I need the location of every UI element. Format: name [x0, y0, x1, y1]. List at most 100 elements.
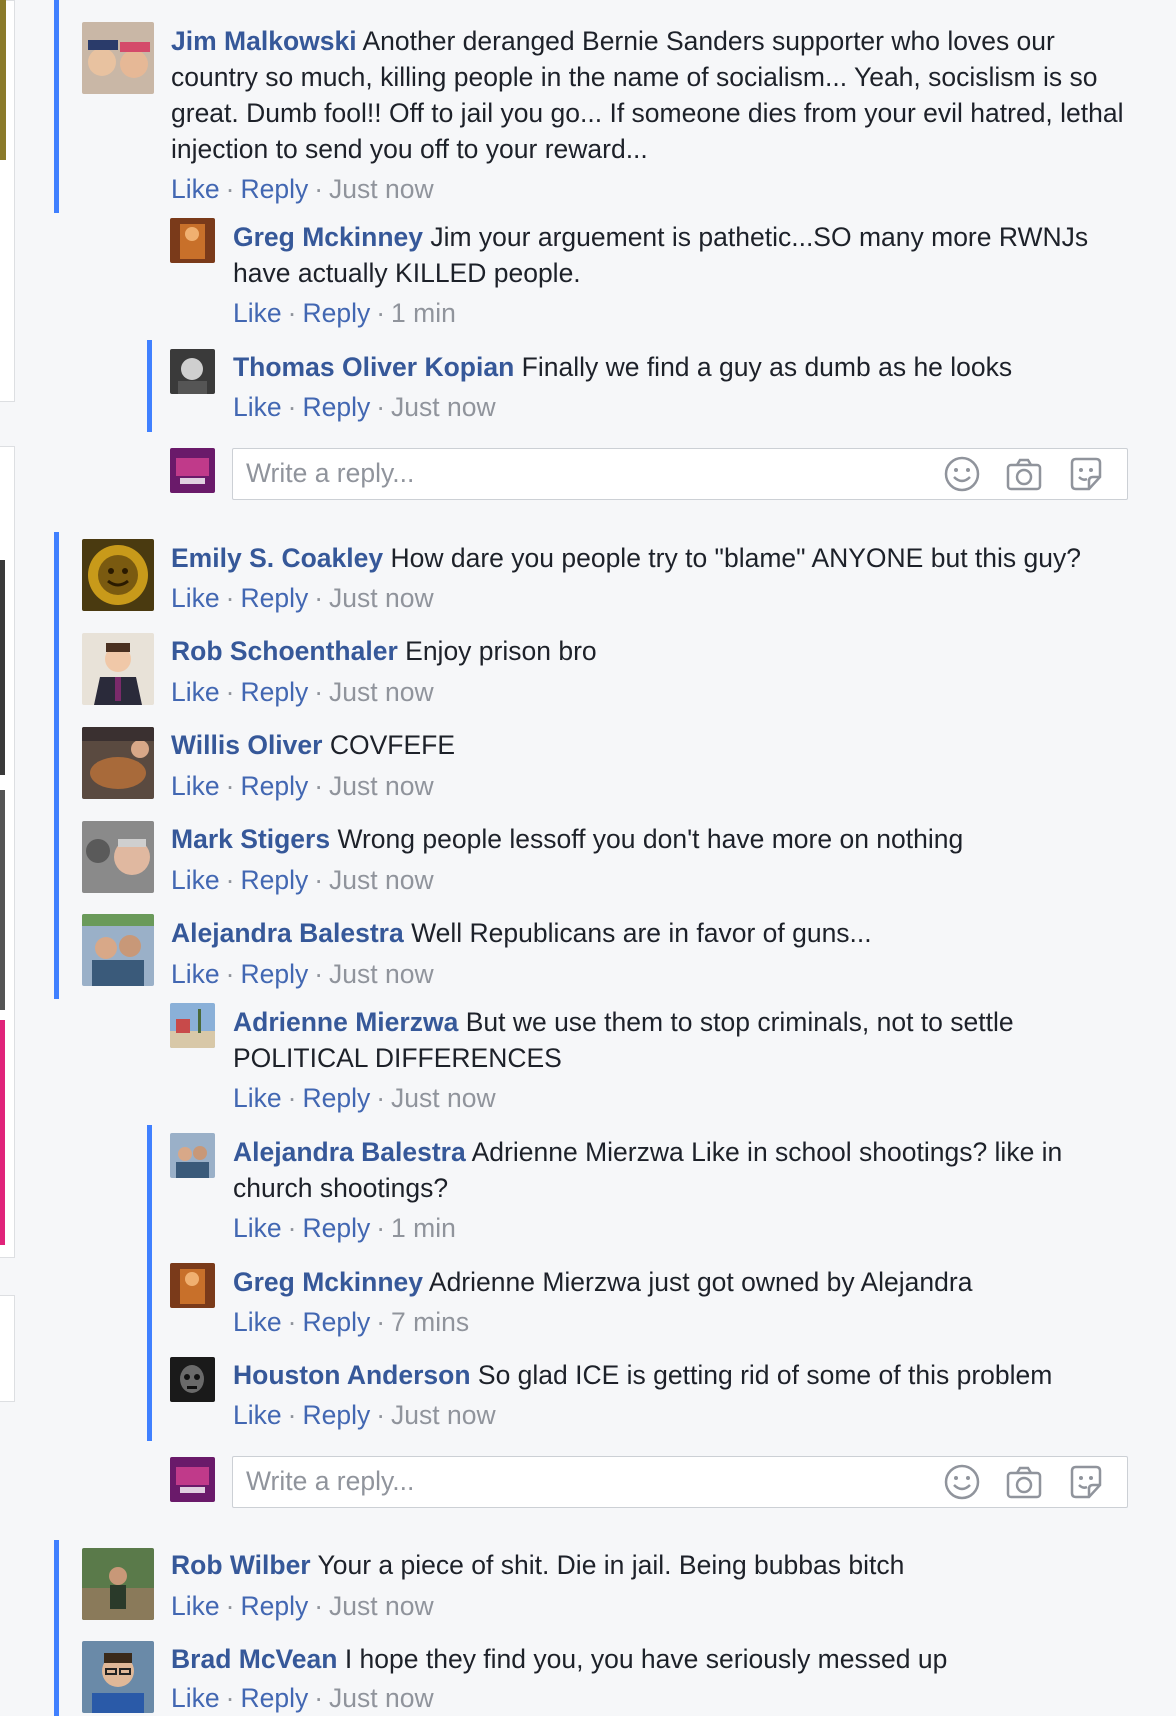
timestamp[interactable]: Just now [329, 771, 434, 801]
reply-link[interactable]: Reply [302, 1400, 370, 1430]
reply-indicator [147, 1125, 152, 1441]
thread-indicator [54, 1540, 59, 1716]
timestamp[interactable]: Just now [329, 959, 434, 989]
reply-placeholder: Write a reply... [246, 458, 415, 488]
comment-body: Thomas Oliver Kopian Finally we find a g… [233, 349, 1133, 385]
camera-icon[interactable] [1005, 1463, 1043, 1501]
like-link[interactable]: Like [233, 392, 282, 422]
like-link[interactable]: Like [171, 959, 220, 989]
like-link[interactable]: Like [171, 174, 220, 204]
reply-link[interactable]: Reply [240, 771, 308, 801]
reply-input[interactable]: Write a reply... [232, 448, 1128, 500]
like-link[interactable]: Like [233, 1400, 282, 1430]
like-link[interactable]: Like [171, 771, 220, 801]
avatar[interactable] [82, 633, 154, 705]
commenter-name[interactable]: Greg Mckinney [233, 222, 423, 252]
commenter-name[interactable]: Rob Wilber [171, 1550, 311, 1580]
timestamp[interactable]: Just now [391, 1083, 496, 1113]
commenter-name[interactable]: Adrienne Mierzwa [233, 1007, 458, 1037]
timestamp[interactable]: Just now [329, 583, 434, 613]
commenter-name[interactable]: Jim Malkowski [171, 26, 357, 56]
comment-body: Houston Anderson So glad ICE is getting … [233, 1357, 1133, 1393]
smiley-icon[interactable] [943, 1463, 981, 1501]
like-link[interactable]: Like [171, 1683, 220, 1713]
commenter-name[interactable]: Thomas Oliver Kopian [233, 352, 514, 382]
commenter-name[interactable]: Willis Oliver [171, 730, 322, 760]
camera-icon[interactable] [1005, 455, 1043, 493]
avatar[interactable] [170, 218, 215, 263]
timestamp[interactable]: 7 mins [391, 1307, 469, 1337]
commenter-name[interactable]: Brad McVean [171, 1644, 337, 1674]
avatar[interactable] [82, 914, 154, 986]
avatar[interactable] [82, 727, 154, 799]
comment-body: Rob Schoenthaler Enjoy prison bro [171, 633, 1151, 669]
timestamp[interactable]: Just now [391, 392, 496, 422]
sticker-icon[interactable] [1067, 455, 1105, 493]
commenter-name[interactable]: Rob Schoenthaler [171, 636, 398, 666]
reply-input[interactable]: Write a reply... [232, 1456, 1128, 1508]
comment-text: Wrong people lessoff you don't have more… [337, 824, 964, 854]
timestamp[interactable]: Just now [329, 174, 434, 204]
reply-link[interactable]: Reply [240, 1591, 308, 1621]
like-link[interactable]: Like [171, 583, 220, 613]
comment-actions: Like · Reply · Just now [233, 392, 496, 422]
reply-link[interactable]: Reply [240, 677, 308, 707]
like-link[interactable]: Like [233, 1083, 282, 1113]
avatar[interactable] [82, 539, 154, 611]
avatar[interactable] [82, 821, 154, 893]
like-link[interactable]: Like [171, 865, 220, 895]
comment-actions: Like · Reply · Just now [171, 1683, 434, 1713]
like-link[interactable]: Like [171, 1591, 220, 1621]
comment-text: Adrienne Mierzwa Like in school shooting… [471, 1137, 1063, 1167]
left-panel-edge [0, 1295, 15, 1402]
comment-body: Jim Malkowski Another deranged Bernie Sa… [171, 23, 1151, 167]
smiley-icon[interactable] [943, 455, 981, 493]
reply-link[interactable]: Reply [302, 1083, 370, 1113]
timestamp[interactable]: Just now [391, 1400, 496, 1430]
avatar[interactable] [82, 1641, 154, 1713]
commenter-name[interactable]: Greg Mckinney [233, 1267, 423, 1297]
commenter-name[interactable]: Emily S. Coakley [171, 543, 383, 573]
commenter-name[interactable]: Houston Anderson [233, 1360, 471, 1390]
like-link[interactable]: Like [233, 1213, 282, 1243]
reply-link[interactable]: Reply [240, 959, 308, 989]
avatar[interactable] [170, 349, 215, 394]
timestamp[interactable]: 1 min [391, 298, 456, 328]
timestamp[interactable]: 1 min [391, 1213, 456, 1243]
reply-link[interactable]: Reply [302, 1213, 370, 1243]
like-link[interactable]: Like [233, 1307, 282, 1337]
avatar[interactable] [170, 1133, 215, 1178]
comment-text: Another deranged Bernie Sanders supporte… [362, 26, 1055, 56]
comment-actions: Like · Reply · Just now [171, 583, 434, 613]
avatar[interactable] [170, 1357, 215, 1402]
timestamp[interactable]: Just now [329, 1683, 434, 1713]
avatar[interactable] [170, 1003, 215, 1048]
comment-actions: Like · Reply · Just now [171, 677, 434, 707]
reply-link[interactable]: Reply [302, 392, 370, 422]
comment-actions: Like · Reply · Just now [233, 1400, 496, 1430]
avatar[interactable] [82, 22, 154, 94]
sticker-icon[interactable] [1067, 1463, 1105, 1501]
reply-link[interactable]: Reply [240, 1683, 308, 1713]
comment-actions: Like · Reply · Just now [171, 174, 434, 204]
avatar[interactable] [170, 1263, 215, 1308]
like-link[interactable]: Like [171, 677, 220, 707]
timestamp[interactable]: Just now [329, 865, 434, 895]
timestamp[interactable]: Just now [329, 677, 434, 707]
reply-link[interactable]: Reply [240, 865, 308, 895]
commenter-name[interactable]: Mark Stigers [171, 824, 330, 854]
current-user-avatar [170, 448, 215, 493]
comment-actions: Like · Reply · Just now [171, 865, 434, 895]
reply-link[interactable]: Reply [302, 298, 370, 328]
comment-text: country so much, killing people in the n… [171, 62, 1098, 92]
reply-link[interactable]: Reply [302, 1307, 370, 1337]
reply-link[interactable]: Reply [240, 174, 308, 204]
left-image-strip [0, 790, 5, 1010]
commenter-name[interactable]: Alejandra Balestra [171, 918, 404, 948]
reply-indicator [147, 340, 152, 432]
commenter-name[interactable]: Alejandra Balestra [233, 1137, 466, 1167]
timestamp[interactable]: Just now [329, 1591, 434, 1621]
reply-link[interactable]: Reply [240, 583, 308, 613]
avatar[interactable] [82, 1548, 154, 1620]
like-link[interactable]: Like [233, 298, 282, 328]
